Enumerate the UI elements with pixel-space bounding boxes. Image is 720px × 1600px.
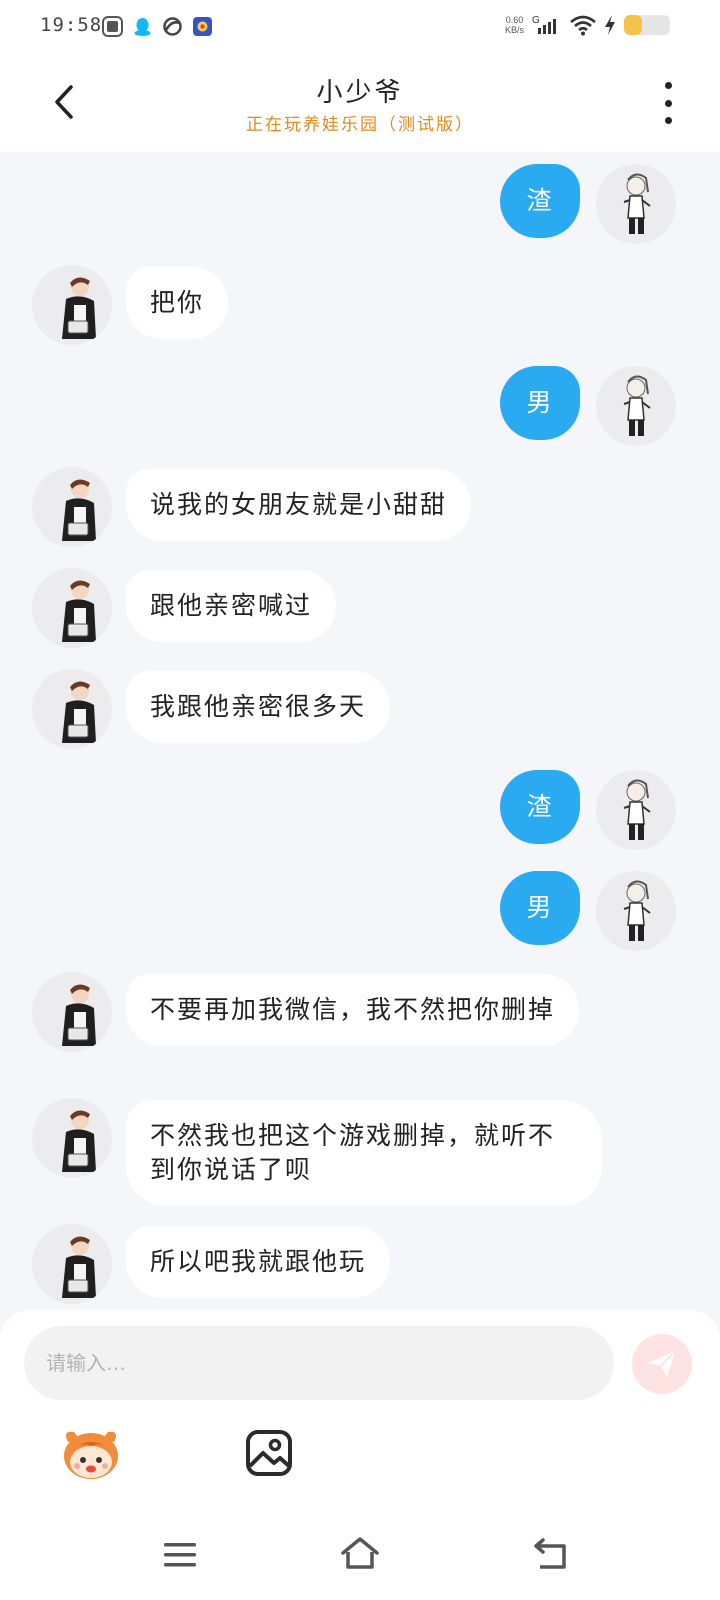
battery-icon bbox=[624, 15, 670, 35]
message-input[interactable] bbox=[24, 1326, 614, 1400]
status-bar: 19:58 0.60 KB/s G bbox=[0, 0, 720, 56]
image-picker-icon[interactable] bbox=[244, 1428, 294, 1478]
incoming-message[interactable]: 把你 bbox=[126, 267, 229, 339]
incoming-message[interactable]: 不然我也把这个游戏删掉，就听不到你说话了呗 bbox=[126, 1100, 602, 1206]
my-avatar[interactable] bbox=[596, 366, 676, 446]
contact-avatar[interactable] bbox=[32, 568, 112, 648]
my-avatar[interactable] bbox=[596, 770, 676, 850]
more-dot-icon bbox=[664, 117, 672, 124]
incoming-message[interactable]: 我跟他亲密很多天 bbox=[126, 671, 391, 743]
playing-status: 正在玩养娃乐园（测试版） bbox=[246, 115, 474, 135]
contact-avatar[interactable] bbox=[32, 1098, 112, 1178]
menu-nav-icon[interactable] bbox=[162, 1540, 198, 1570]
contact-avatar[interactable] bbox=[32, 669, 112, 749]
paper-plane-icon bbox=[648, 1350, 676, 1377]
contact-avatar[interactable] bbox=[32, 972, 112, 1052]
incoming-message[interactable]: 不要再加我微信，我不然把你删掉 bbox=[126, 974, 580, 1046]
contact-name: 小少爷 bbox=[316, 78, 404, 108]
status-notification-icons bbox=[102, 16, 213, 37]
network-type: G bbox=[532, 15, 540, 26]
signal-icon: G bbox=[532, 15, 556, 34]
my-avatar[interactable] bbox=[596, 871, 676, 951]
contact-avatar[interactable] bbox=[32, 467, 112, 547]
outgoing-message[interactable]: 男 bbox=[500, 366, 580, 440]
mascot-emoji-icon[interactable] bbox=[60, 1422, 122, 1484]
incoming-message[interactable]: 所以吧我就跟他玩 bbox=[126, 1226, 391, 1298]
outgoing-message[interactable]: 渣 bbox=[500, 164, 580, 238]
incoming-message[interactable]: 说我的女朋友就是小甜甜 bbox=[126, 469, 472, 541]
outgoing-message[interactable]: 渣 bbox=[500, 770, 580, 844]
app-icon bbox=[102, 16, 123, 37]
contact-avatar[interactable] bbox=[32, 1224, 112, 1304]
charging-icon bbox=[605, 15, 615, 35]
qq-icon bbox=[134, 18, 151, 36]
outgoing-message[interactable]: 男 bbox=[500, 871, 580, 945]
contact-avatar[interactable] bbox=[32, 265, 112, 345]
battery-fill bbox=[624, 15, 643, 35]
message-list[interactable]: 渣把你男说我的女朋友就是小甜甜 跟他亲密喊过 我跟他亲密很多天渣男不要再加我微信，我… bbox=[0, 152, 720, 1310]
status-time: 19:58 bbox=[40, 14, 103, 36]
chat-header: 小少爷 正在玩养娃乐园（测试版） bbox=[0, 56, 720, 152]
status-indicators: 0.60 KB/s G bbox=[505, 14, 670, 36]
more-options-button[interactable] bbox=[656, 82, 680, 124]
swirl-app-icon bbox=[163, 17, 182, 36]
net-speed-value: 0.60 bbox=[505, 15, 524, 25]
net-speed: 0.60 KB/s bbox=[505, 15, 524, 35]
game-app-icon bbox=[193, 17, 212, 36]
incoming-message[interactable]: 跟他亲密喊过 bbox=[126, 570, 337, 642]
more-dot-icon bbox=[664, 82, 672, 89]
wifi-icon bbox=[570, 15, 596, 36]
net-speed-unit: KB/s bbox=[504, 25, 524, 35]
send-button[interactable] bbox=[632, 1334, 692, 1394]
more-dot-icon bbox=[664, 99, 672, 107]
home-nav-icon[interactable] bbox=[340, 1536, 380, 1572]
back-nav-icon[interactable] bbox=[532, 1538, 568, 1570]
my-avatar[interactable] bbox=[596, 164, 676, 244]
